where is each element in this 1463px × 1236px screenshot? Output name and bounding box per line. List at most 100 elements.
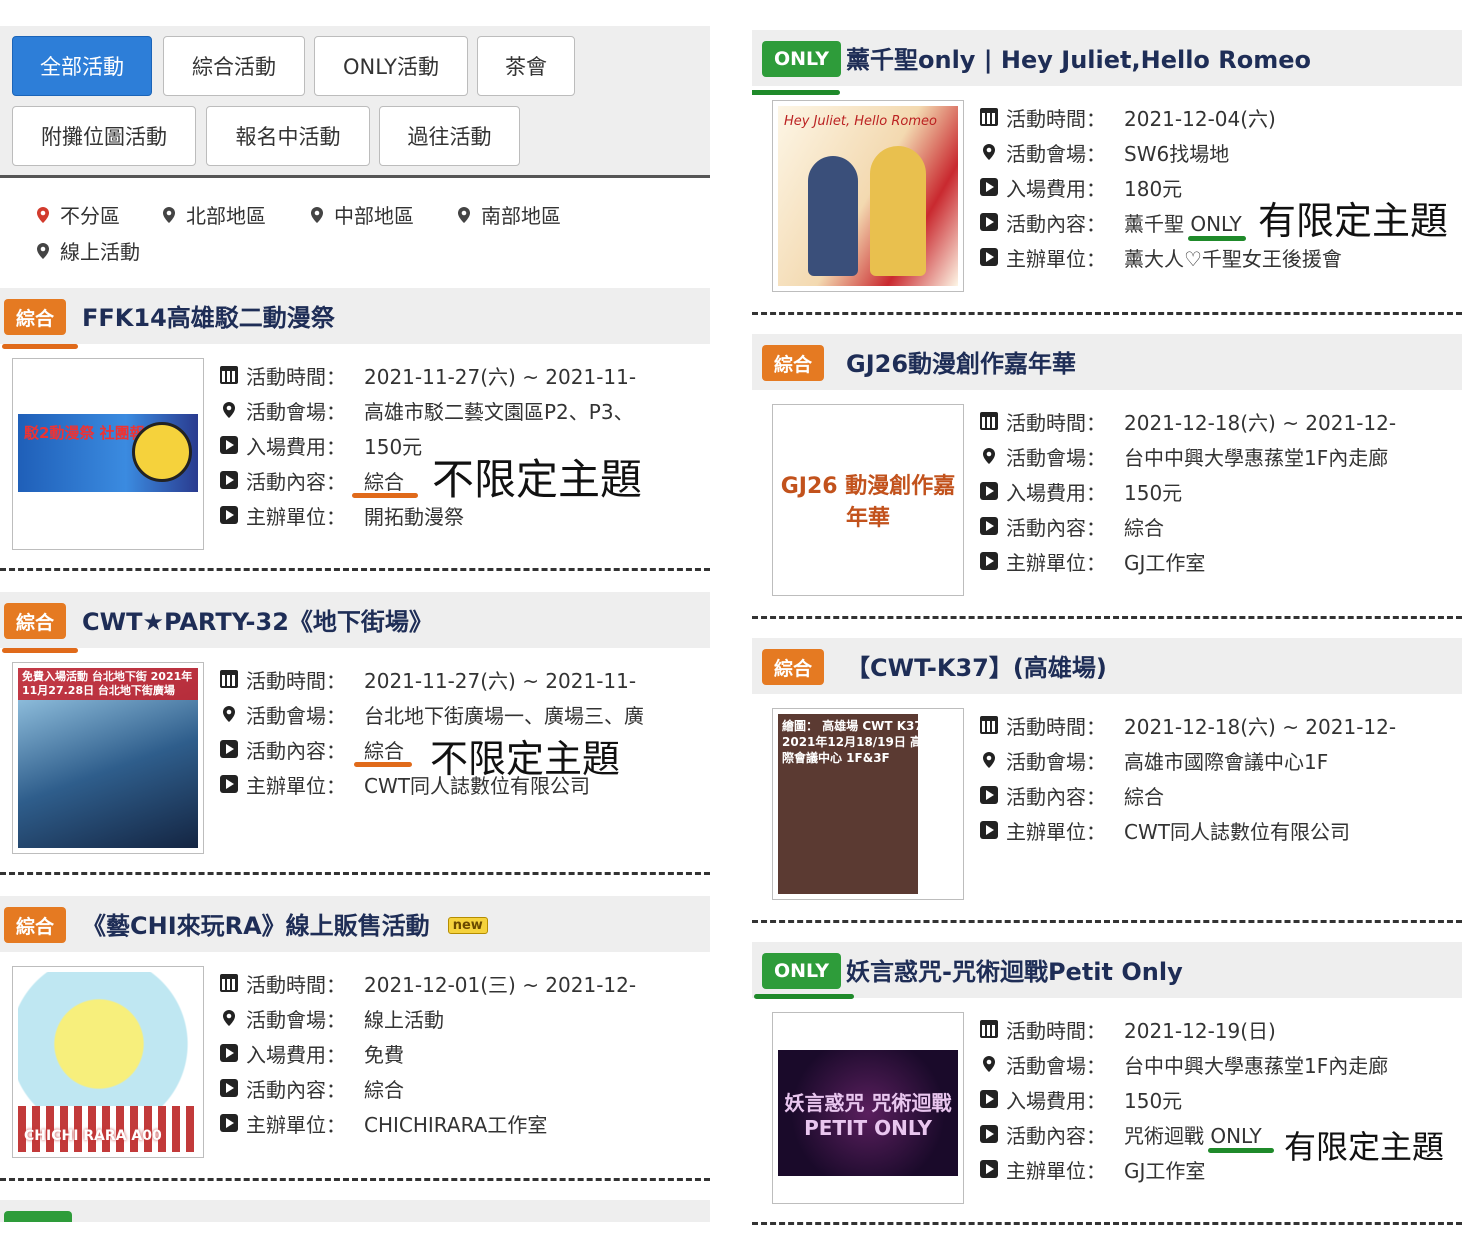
event-venue: 台北地下街廣場一、廣場三、廣 [364, 703, 644, 728]
content-underline [354, 762, 412, 767]
event-header: 綜合 《藝CHI來玩RA》線上販售活動 new [0, 896, 710, 952]
event-content: 綜合 [364, 738, 404, 763]
event-title[interactable]: CWT★PARTY-32《地下街場》 [82, 602, 433, 637]
filter-registering-button[interactable]: 報名中活動 [206, 106, 370, 166]
filter-panel: 全部活動 綜合活動 ONLY活動 茶會 附攤位圖活動 報名中活動 過往活動 [0, 26, 710, 178]
info-venue: 活動會場： 台中中興大學惠蓀堂1F內走廊 [980, 441, 1460, 471]
card-divider [752, 616, 1462, 619]
location-icon [223, 706, 235, 722]
event-fee: 150元 [1124, 1088, 1183, 1113]
info-host: 主辦單位： GJ工作室 [980, 546, 1460, 576]
region-label: 線上活動 [60, 240, 140, 264]
category-badge: ONLY [762, 41, 841, 77]
location-icon [983, 1056, 995, 1072]
region-central[interactable]: 中部地區 [308, 200, 414, 229]
event-fee: 150元 [1124, 480, 1183, 505]
event-title[interactable]: 薰千聖only | Hey Juliet,Hello Romeo [846, 40, 1311, 75]
event-card[interactable]: 綜合 《藝CHI來玩RA》線上販售活動 new CHICHI RARA A00 活… [0, 896, 710, 1168]
play-icon [980, 1160, 998, 1178]
calendar-icon [980, 412, 998, 430]
event-card[interactable]: 綜合 【CWT-K37】(高雄場) 繪圖： 高雄場 CWT K37 2021年1… [752, 638, 1462, 910]
event-thumbnail[interactable]: 妖言惑咒 咒術迴戰 PETIT ONLY [772, 1012, 964, 1204]
info-time: 活動時間： 2021-11-27(六) ~ 2021-11- [220, 664, 700, 694]
calendar-icon [980, 1020, 998, 1038]
category-badge: 綜合 [762, 649, 825, 685]
region-south[interactable]: 南部地區 [455, 200, 561, 229]
card-divider [752, 920, 1462, 923]
event-thumbnail[interactable]: 駁2動漫祭 社團報名 [12, 358, 204, 550]
info-host: 主辦單位： CHICHIRARA工作室 [220, 1108, 700, 1138]
filter-past-button[interactable]: 過往活動 [379, 106, 520, 166]
event-thumbnail[interactable]: 繪圖： 高雄場 CWT K37 2021年12月18/19日 高雄國際會議中心 … [772, 708, 964, 900]
event-header: 綜合 【CWT-K37】(高雄場) [752, 638, 1462, 694]
event-venue: 高雄市駁二藝文園區P2、P3、 [364, 399, 634, 424]
info-venue: 活動會場： 高雄市國際會議中心1F [980, 745, 1460, 775]
event-time: 2021-11-27(六) ~ 2021-11- [364, 668, 637, 693]
event-content: 綜合 [1124, 784, 1164, 809]
calendar-icon [980, 108, 998, 126]
info-content: 活動內容： 綜合 [980, 511, 1460, 541]
event-thumbnail[interactable]: 免費入場活動 台北地下街 2021年11月27.28日 台北地下街廣場 [12, 662, 204, 854]
event-content: 綜合 [1124, 515, 1164, 540]
filter-all-button[interactable]: 全部活動 [12, 36, 152, 96]
filter-general-button[interactable]: 綜合活動 [163, 36, 305, 96]
category-badge: 綜合 [4, 907, 67, 943]
region-filter: 不分區 北部地區 中部地區 南部地區 線上活動 [0, 190, 710, 270]
event-header: 綜合 FFK14高雄駁二動漫祭 [0, 288, 710, 344]
new-badge: new [447, 917, 488, 934]
event-card[interactable]: 綜合 FFK14高雄駁二動漫祭 駁2動漫祭 社團報名 活動時間： 2021-11… [0, 288, 710, 558]
card-divider [0, 1178, 710, 1181]
event-title[interactable]: GJ26動漫創作嘉年華 [846, 344, 1076, 379]
thumbnail-caption: CHICHI RARA A00 [24, 1128, 162, 1144]
event-host: CWT同人誌數位有限公司 [1124, 819, 1350, 844]
info-fee: 入場費用： 150元 [980, 476, 1460, 506]
calendar-icon [220, 670, 238, 688]
info-content: 活動內容： 綜合 [980, 780, 1460, 810]
play-icon [220, 1114, 238, 1132]
category-badge: ONLY [762, 953, 841, 989]
left-column: 全部活動 綜合活動 ONLY活動 茶會 附攤位圖活動 報名中活動 過往活動 不分… [0, 0, 712, 1222]
filter-booth-map-button[interactable]: 附攤位圖活動 [12, 106, 196, 166]
info-venue: 活動會場： 高雄市駁二藝文園區P2、P3、 [220, 395, 700, 425]
annotation-note: 不限定主題 [430, 737, 621, 781]
content-underline [1208, 1148, 1274, 1153]
event-card[interactable]: 綜合 GJ26動漫創作嘉年華 GJ26 動漫創作嘉年華 活動時間： 2021-1… [752, 334, 1462, 606]
event-content: 綜合 [364, 469, 404, 494]
event-title[interactable]: 【CWT-K37】(高雄場) [846, 648, 1107, 683]
event-title[interactable]: 妖言惑咒-咒術迴戰Petit Only [846, 952, 1183, 987]
info-time: 活動時間： 2021-12-18(六) ~ 2021-12- [980, 406, 1460, 436]
play-icon [980, 248, 998, 266]
event-thumbnail[interactable]: GJ26 動漫創作嘉年華 [772, 404, 964, 596]
info-time: 活動時間： 2021-12-01(三) ~ 2021-12- [220, 968, 700, 998]
event-venue: 台中中興大學惠蓀堂1F內走廊 [1124, 445, 1389, 470]
filter-tea-party-button[interactable]: 茶會 [477, 36, 575, 96]
play-icon [220, 471, 238, 489]
event-card[interactable]: ONLY 薰千聖only | Hey Juliet,Hello Romeo He… [752, 30, 1462, 300]
event-venue: 台中中興大學惠蓀堂1F內走廊 [1124, 1053, 1389, 1078]
event-title[interactable]: 《藝CHI來玩RA》線上販售活動 new [82, 906, 488, 941]
info-time: 活動時間： 2021-12-04(六) [980, 102, 1460, 132]
calendar-icon [220, 366, 238, 384]
calendar-icon [220, 974, 238, 992]
event-venue: 線上活動 [364, 1007, 444, 1032]
category-badge: 綜合 [762, 345, 825, 381]
event-card[interactable]: ONLY 妖言惑咒-咒術迴戰Petit Only 妖言惑咒 咒術迴戰 PETIT… [752, 942, 1462, 1212]
info-content: 活動內容： 綜合 [220, 1073, 700, 1103]
play-icon [980, 178, 998, 196]
region-north[interactable]: 北部地區 [160, 200, 266, 229]
content-underline [352, 493, 418, 498]
event-header: 綜合 GJ26動漫創作嘉年華 [752, 334, 1462, 390]
play-icon [980, 821, 998, 839]
info-fee: 入場費用： 免費 [220, 1038, 700, 1068]
info-time: 活動時間： 2021-12-18(六) ~ 2021-12- [980, 710, 1460, 740]
filter-only-button[interactable]: ONLY活動 [314, 36, 468, 96]
event-thumbnail[interactable]: Hey Juliet, Hello Romeo [772, 100, 964, 292]
card-divider [752, 1222, 1462, 1225]
region-all[interactable]: 不分區 [34, 200, 120, 229]
region-online[interactable]: 線上活動 [34, 236, 140, 265]
event-card[interactable]: 綜合 CWT★PARTY-32《地下街場》 免費入場活動 台北地下街 2021年… [0, 592, 710, 862]
event-header: ONLY 妖言惑咒-咒術迴戰Petit Only [752, 942, 1462, 998]
event-title[interactable]: FFK14高雄駁二動漫祭 [82, 298, 335, 333]
thumbnail-caption: Hey Juliet, Hello Romeo [784, 114, 937, 129]
event-thumbnail[interactable]: CHICHI RARA A00 [12, 966, 204, 1158]
